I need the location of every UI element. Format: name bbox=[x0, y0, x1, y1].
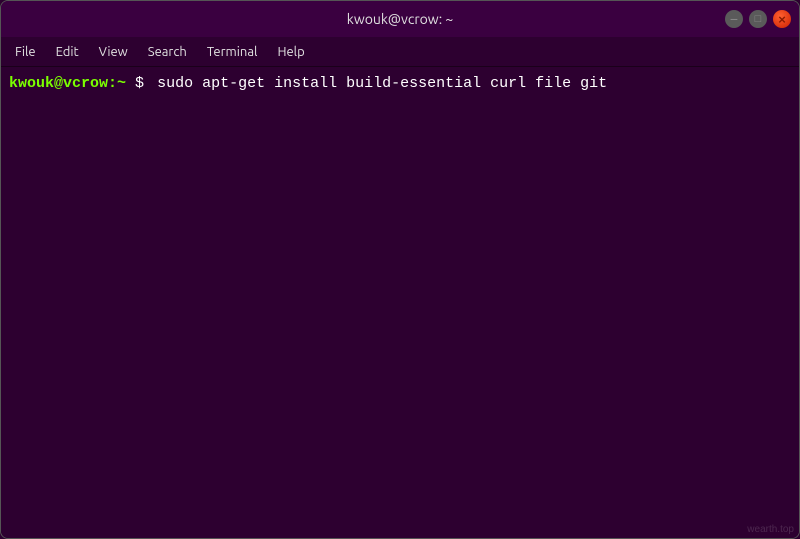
terminal-command: sudo apt-get install build-essential cur… bbox=[157, 73, 607, 96]
window-title: kwouk@vcrow: ~ bbox=[347, 11, 454, 27]
window-controls bbox=[725, 10, 791, 28]
prompt-user: kwouk@vcrow: bbox=[9, 73, 117, 96]
menu-help[interactable]: Help bbox=[267, 41, 314, 63]
terminal-line: kwouk@vcrow: ~ $ sudo apt-get install bu… bbox=[9, 73, 791, 96]
prompt-symbol: $ bbox=[126, 73, 153, 96]
menu-file[interactable]: File bbox=[5, 41, 46, 63]
menu-search[interactable]: Search bbox=[138, 41, 197, 63]
menu-view[interactable]: View bbox=[89, 41, 138, 63]
menu-bar: File Edit View Search Terminal Help bbox=[1, 37, 799, 67]
close-button[interactable] bbox=[773, 10, 791, 28]
menu-terminal[interactable]: Terminal bbox=[197, 41, 268, 63]
terminal-body[interactable]: kwouk@vcrow: ~ $ sudo apt-get install bu… bbox=[1, 67, 799, 538]
terminal-window: kwouk@vcrow: ~ File Edit View Search Ter… bbox=[0, 0, 800, 539]
maximize-button[interactable] bbox=[749, 10, 767, 28]
minimize-button[interactable] bbox=[725, 10, 743, 28]
watermark: wearth.top bbox=[747, 524, 794, 535]
prompt-path: ~ bbox=[117, 73, 126, 96]
title-bar: kwouk@vcrow: ~ bbox=[1, 1, 799, 37]
menu-edit[interactable]: Edit bbox=[46, 41, 89, 63]
